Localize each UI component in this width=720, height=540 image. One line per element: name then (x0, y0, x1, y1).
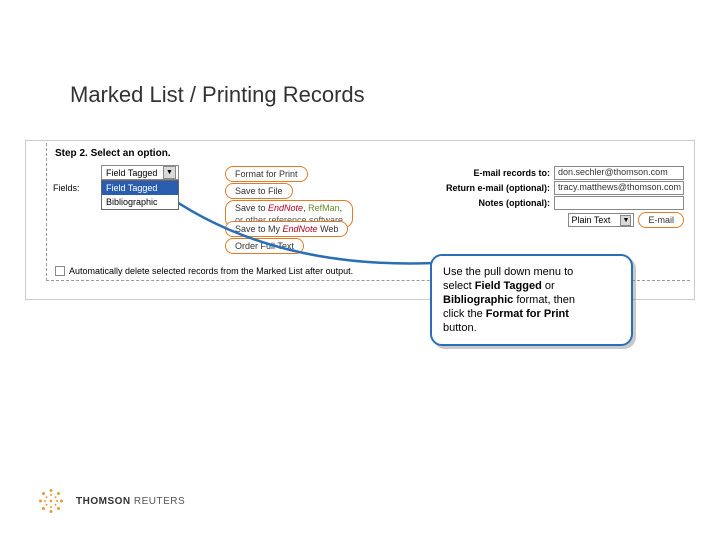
format-select-value: Field Tagged (106, 168, 157, 178)
step-header: Step 2. Select an option. (55, 148, 684, 159)
callout-pointer (153, 184, 463, 284)
brand-text: THOMSON REUTERS (76, 496, 185, 507)
format-dropdown: Field Tagged Bibliographic (101, 180, 179, 210)
format-option-biblio[interactable]: Bibliographic (102, 195, 178, 209)
page-title: Marked List / Printing Records (70, 82, 365, 108)
instruction-callout: Use the pull down menu to select Field T… (430, 254, 633, 346)
notes-label: Notes (optional): (479, 198, 551, 208)
chevron-down-icon: ▼ (620, 215, 631, 226)
format-for-print-button[interactable]: Format for Print (225, 166, 308, 182)
email-format-select[interactable]: Plain Text ▼ (568, 213, 634, 227)
email-format-value: Plain Text (571, 215, 610, 225)
chevron-down-icon: ▼ (163, 166, 176, 179)
fields-label: Fields: (53, 183, 80, 193)
footer-brand: THOMSON REUTERS (36, 486, 185, 516)
email-to-input[interactable]: don.sechler@thomson.com (554, 166, 684, 180)
thomson-reuters-logo-icon (36, 486, 66, 516)
email-to-label: E-mail records to: (473, 168, 550, 178)
format-select[interactable]: Field Tagged ▼ (101, 165, 179, 180)
auto-delete-checkbox[interactable] (55, 266, 65, 276)
format-option-tagged[interactable]: Field Tagged (102, 181, 178, 195)
email-column: E-mail records to: don.sechler@thomson.c… (445, 165, 684, 254)
email-button[interactable]: E-mail (638, 212, 684, 228)
return-email-input[interactable]: tracy.matthews@thomson.com (554, 181, 684, 195)
notes-input[interactable] (554, 196, 684, 210)
